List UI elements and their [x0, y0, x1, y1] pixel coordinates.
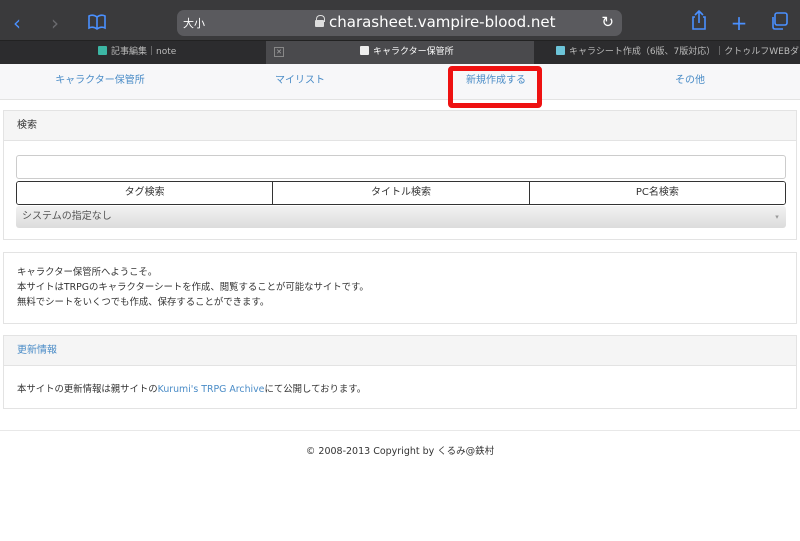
- select-arrow-icon: ▾: [775, 213, 779, 221]
- site-favicon-icon: [360, 46, 369, 55]
- nav-mylist[interactable]: マイリスト: [200, 64, 400, 100]
- search-input[interactable]: [16, 155, 786, 179]
- tab-character-archive[interactable]: ✕ キャラクター保管所: [266, 41, 534, 64]
- dice-favicon-icon: [556, 46, 565, 55]
- url-text: charasheet.vampire-blood.net: [329, 13, 556, 31]
- forward-icon[interactable]: ›: [42, 10, 68, 36]
- updates-text: 本サイトの更新情報は親サイトのKurumi's TRPG Archiveにて公開…: [17, 384, 367, 395]
- tabs-overview-icon[interactable]: [766, 10, 792, 36]
- title-search-button[interactable]: タイトル検索: [272, 182, 529, 204]
- search-panel: 検索 タグ検索 タイトル検索 PC名検索 システムの指定なし ▾: [3, 110, 797, 240]
- welcome-line-2: 本サイトはTRPGのキャラクターシートを作成、閲覧することが可能なサイトです。: [17, 282, 369, 293]
- close-tab-icon[interactable]: ✕: [274, 47, 284, 57]
- tab-cthulhu-dice[interactable]: キャラシート作成（6版、7版対応）｜クトゥルフWEBダイス: [534, 41, 800, 64]
- nav-character-archive[interactable]: キャラクター保管所: [0, 64, 200, 100]
- address-bar[interactable]: 大小 charasheet.vampire-blood.net ↻: [177, 10, 622, 36]
- site-nav: キャラクター保管所 マイリスト 新規作成する その他: [0, 64, 800, 100]
- kurumi-archive-link[interactable]: Kurumi's TRPG Archive: [158, 384, 265, 395]
- lock-icon: [315, 15, 325, 27]
- bookmarks-icon[interactable]: [84, 10, 110, 36]
- system-select[interactable]: システムの指定なし ▾: [16, 206, 786, 228]
- search-panel-title: 検索: [4, 111, 796, 141]
- footer-copyright: © 2008-2013 Copyright by くるみ@鉄村: [305, 446, 495, 457]
- pc-name-search-button[interactable]: PC名検索: [528, 182, 785, 204]
- footer-divider: [0, 430, 800, 431]
- note-favicon-icon: [98, 46, 107, 55]
- welcome-line-3: 無料でシートをいくつでも作成、保存することができます。: [17, 297, 270, 308]
- welcome-line-1: キャラクター保管所へようこそ。: [17, 267, 158, 278]
- tab-note[interactable]: 記事編集｜note: [0, 41, 266, 64]
- updates-panel-title[interactable]: 更新情報: [4, 336, 796, 366]
- browser-toolbar: ‹ › 大小 charasheet.vampire-blood.net ↻ +: [0, 6, 800, 40]
- system-select-value: システムの指定なし: [22, 211, 112, 222]
- share-icon[interactable]: [686, 9, 712, 36]
- new-tab-icon[interactable]: +: [726, 10, 752, 36]
- tag-search-button[interactable]: タグ検索: [17, 182, 273, 204]
- reader-size-button[interactable]: 大小: [183, 15, 205, 31]
- red-highlight-annotation: [448, 66, 542, 108]
- nav-other[interactable]: その他: [590, 64, 790, 100]
- tab-bar: 記事編集｜note ✕ キャラクター保管所 キャラシート作成（6版、7版対応）｜…: [0, 40, 800, 64]
- updates-panel: 更新情報 本サイトの更新情報は親サイトのKurumi's TRPG Archiv…: [3, 335, 797, 409]
- welcome-panel: キャラクター保管所へようこそ。 本サイトはTRPGのキャラクターシートを作成、閲…: [3, 252, 797, 324]
- back-icon[interactable]: ‹: [4, 10, 30, 36]
- search-button-group: タグ検索 タイトル検索 PC名検索: [16, 181, 786, 205]
- reload-icon[interactable]: ↻: [601, 13, 614, 31]
